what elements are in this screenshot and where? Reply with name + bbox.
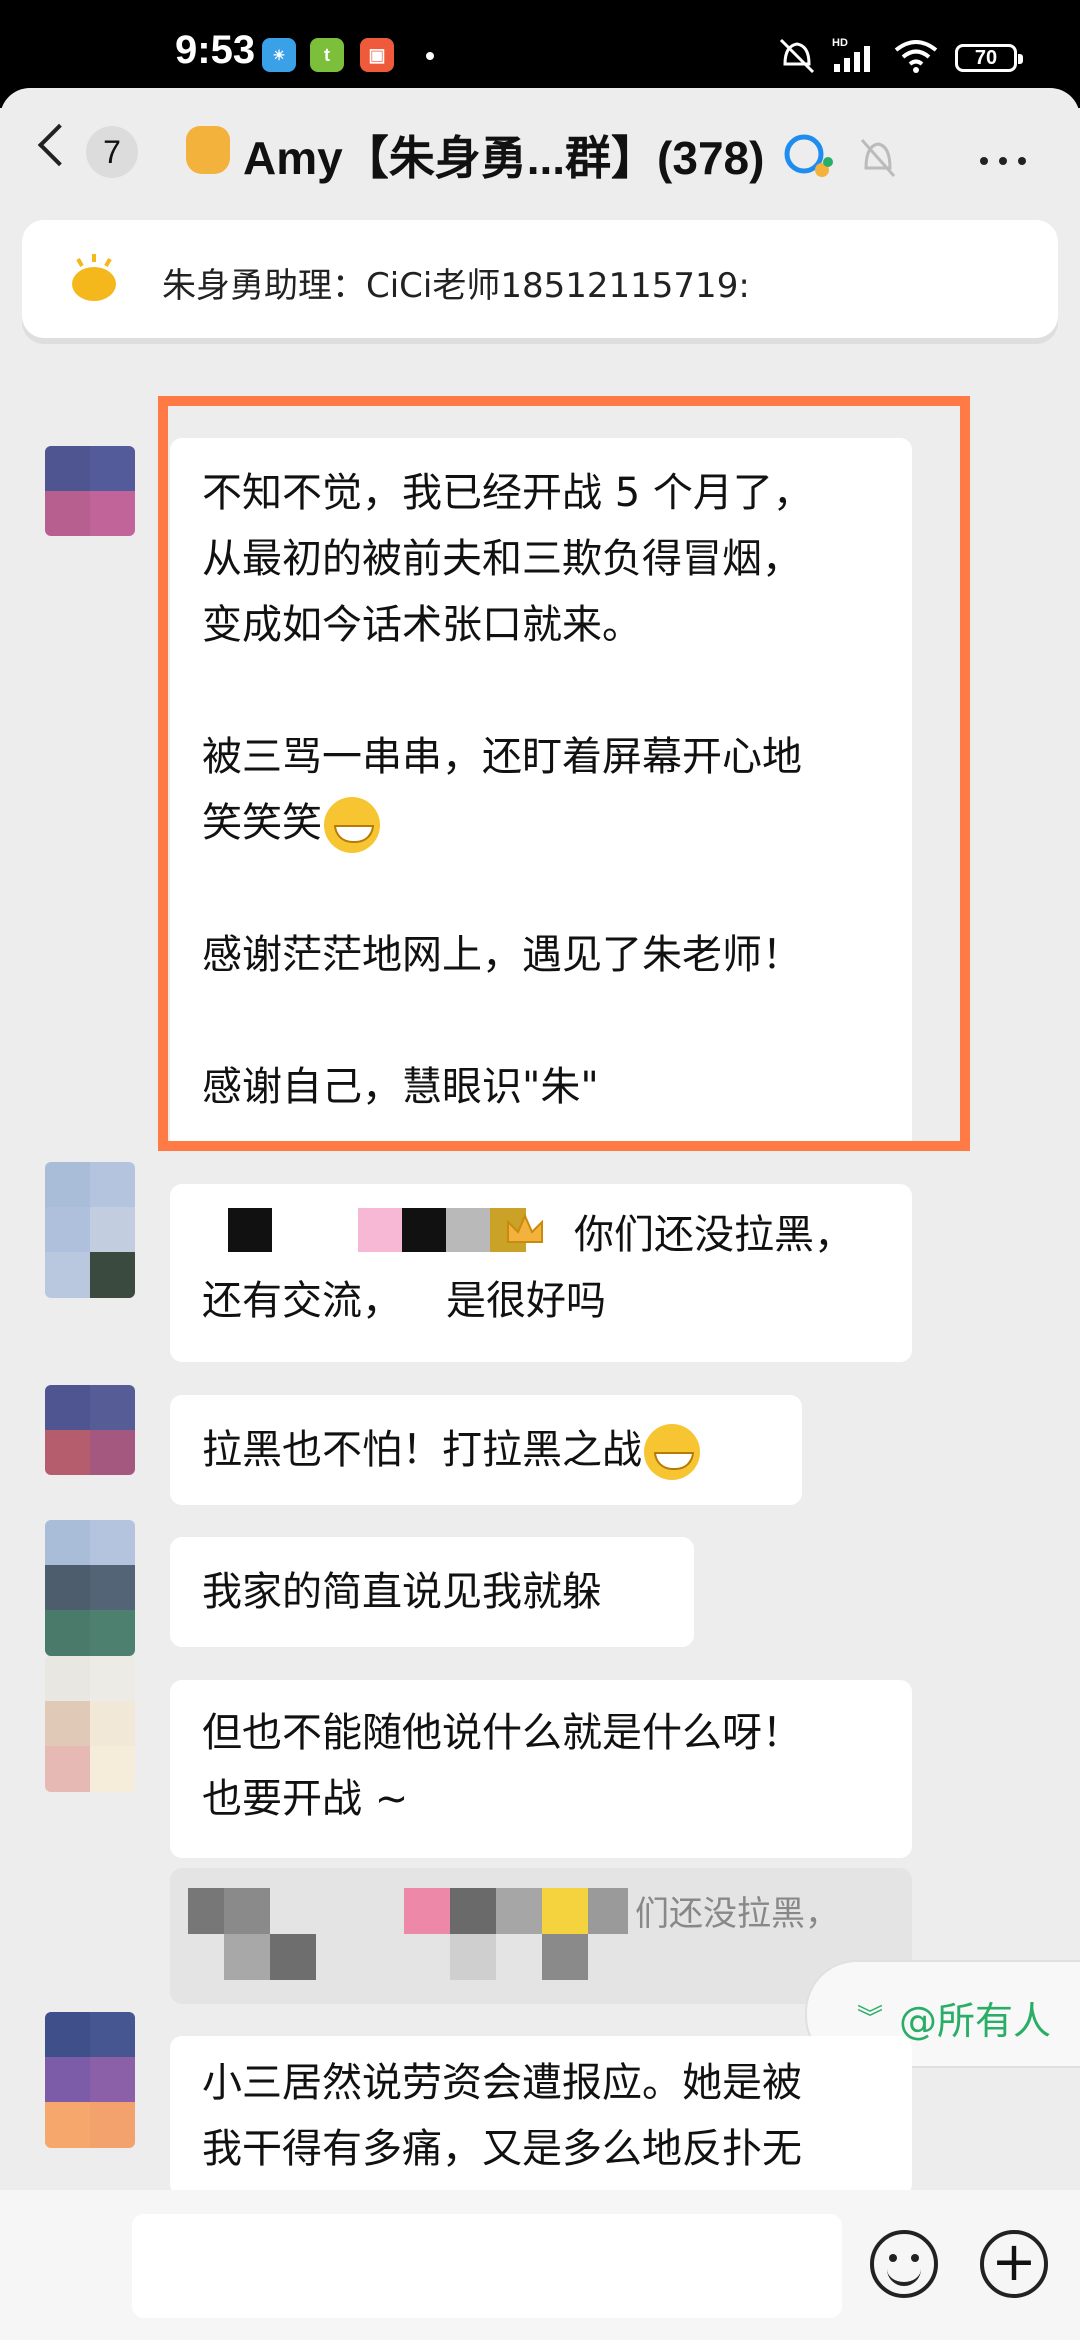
message-line: 还有交流， 是很好吗 bbox=[202, 1278, 606, 1324]
redacted-mention bbox=[450, 1934, 496, 1980]
highlight-frame bbox=[158, 396, 970, 1151]
chat-title[interactable]: Amy【朱身勇...群】(378) bbox=[185, 122, 764, 188]
message-bubble[interactable]: 我家的简直说见我就躲 bbox=[170, 1537, 694, 1647]
avatar[interactable] bbox=[45, 1162, 135, 1298]
message-bubble[interactable]: 你们还没拉黑， 还有交流， 是很好吗 bbox=[170, 1184, 912, 1362]
redacted-mention bbox=[228, 1208, 272, 1252]
app-notification-icon: ▣ bbox=[360, 38, 394, 72]
chat-title-text: Amy【朱身勇...群】(378) bbox=[243, 132, 765, 184]
redacted-mention bbox=[224, 1934, 270, 1980]
avatar[interactable] bbox=[45, 446, 135, 536]
announcement-icon bbox=[72, 254, 116, 301]
grinning-face-icon bbox=[644, 1424, 700, 1480]
redacted-mention bbox=[224, 1888, 270, 1934]
svg-text:HD: HD bbox=[832, 37, 848, 49]
message-line: 小三居然说劳资会遭报应。她是被 bbox=[202, 2060, 802, 2106]
bell-muted-icon bbox=[860, 139, 896, 177]
avatar[interactable] bbox=[45, 2012, 135, 2148]
redacted-mention bbox=[496, 1888, 542, 1934]
back-arrow-icon[interactable] bbox=[37, 123, 81, 167]
more-icon[interactable] bbox=[980, 150, 1037, 169]
mention-all-label: @所有人 bbox=[899, 1999, 1052, 2043]
chat-header: 7 Amy【朱身勇...群】(378) bbox=[0, 88, 1080, 224]
avatar[interactable] bbox=[45, 1520, 135, 1656]
message-bubble[interactable]: 但也不能随他说什么就是什么呀！ 也要开战 ~ bbox=[170, 1680, 912, 1858]
mute-vibrate-icon bbox=[779, 38, 815, 74]
redacted-mention bbox=[270, 1934, 316, 1980]
redacted-mention bbox=[588, 1888, 628, 1934]
plus-icon[interactable]: + bbox=[980, 2230, 1048, 2298]
quoted-message[interactable]: 们还没拉黑， bbox=[170, 1868, 912, 2004]
emoji-icon[interactable] bbox=[870, 2230, 938, 2298]
unread-count-badge[interactable]: 7 bbox=[86, 126, 138, 178]
redacted-mention bbox=[402, 1208, 446, 1252]
chevron-double-down-icon: ︾ bbox=[857, 2004, 884, 2034]
message-line: 但也不能随他说什么就是什么呀！ bbox=[202, 1710, 802, 1756]
quoted-text: 们还没拉黑， bbox=[635, 1894, 839, 1934]
message-bubble[interactable]: 拉黑也不怕！打拉黑之战 bbox=[170, 1395, 802, 1505]
status-time: 9:53 bbox=[175, 28, 256, 72]
app-notification-icon: t bbox=[310, 38, 344, 72]
message-line: 我干得有多痛，又是多么地反扑无 bbox=[202, 2126, 802, 2172]
input-bar: + bbox=[0, 2190, 1080, 2340]
weather-icon: ☀ bbox=[262, 38, 296, 72]
redacted-mention bbox=[450, 1888, 496, 1934]
message-line: 拉黑也不怕！打拉黑之战 bbox=[202, 1417, 770, 1483]
redacted-mention bbox=[446, 1208, 490, 1252]
signal-icon: HD bbox=[832, 37, 870, 72]
announcement-text: 朱身勇助理：CiCi老师18512115719: bbox=[162, 266, 750, 306]
message-input[interactable] bbox=[132, 2214, 842, 2318]
more-notifications-dot bbox=[426, 52, 434, 60]
message-line: 也要开战 ~ bbox=[202, 1776, 409, 1822]
redacted-mention bbox=[542, 1888, 588, 1934]
avatar[interactable] bbox=[45, 1656, 135, 1792]
message-bubble[interactable]: 小三居然说劳资会遭报应。她是被 我干得有多痛，又是多么地反扑无 bbox=[170, 2036, 912, 2196]
avatar[interactable] bbox=[45, 1385, 135, 1475]
redacted-mention bbox=[542, 1934, 588, 1980]
group-chat-icon[interactable] bbox=[780, 132, 836, 182]
redacted-mention bbox=[404, 1888, 450, 1934]
pinned-announcement[interactable]: 朱身勇助理：CiCi老师18512115719: bbox=[22, 220, 1058, 338]
message-line: 我家的简直说见我就躲 bbox=[202, 1569, 602, 1615]
wifi-icon bbox=[894, 40, 938, 73]
redacted-mention bbox=[358, 1208, 402, 1252]
crown-icon bbox=[507, 1213, 543, 1243]
battery-indicator: 70 bbox=[955, 44, 1023, 72]
